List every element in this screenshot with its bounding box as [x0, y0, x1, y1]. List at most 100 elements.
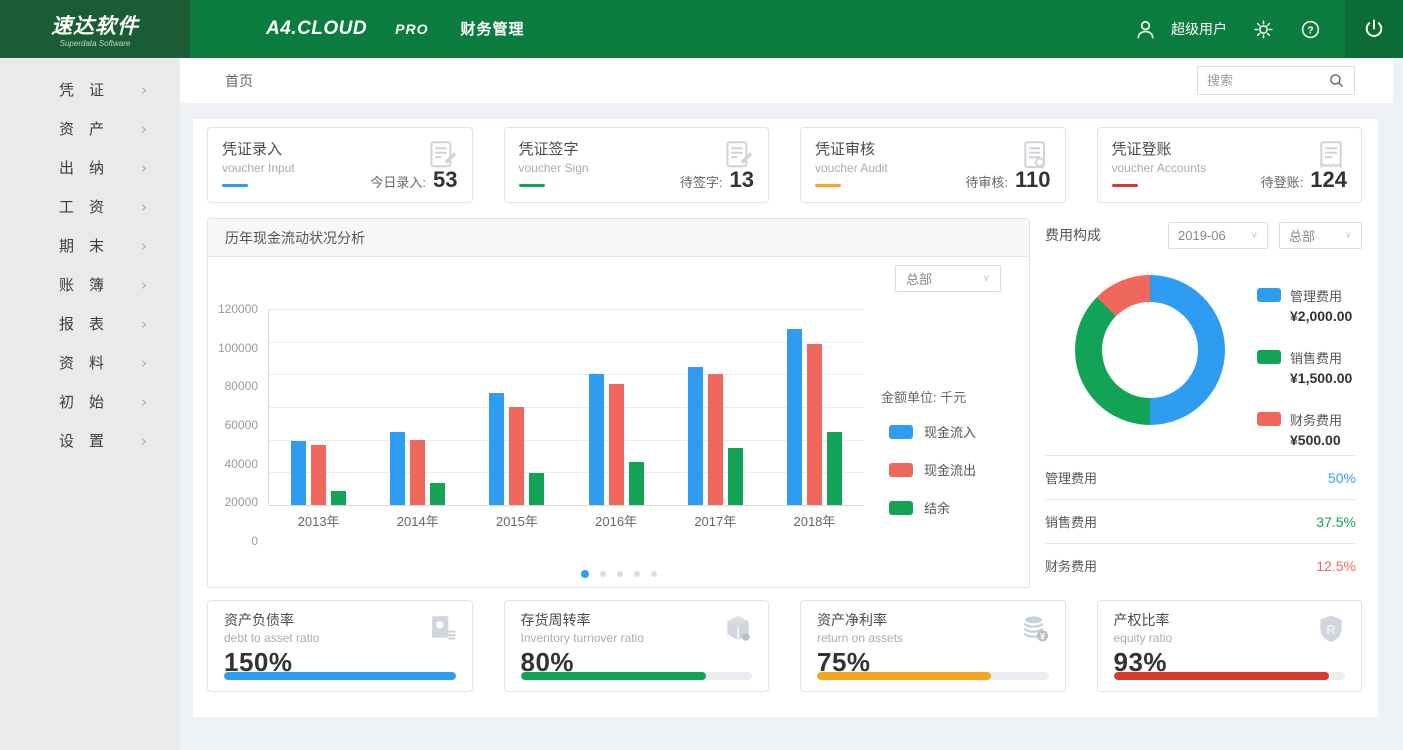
sidebar-item-settings[interactable]: 设 置› — [0, 421, 180, 460]
sidebar-item-data[interactable]: 资 料› — [0, 343, 180, 382]
bar — [529, 473, 544, 505]
chevron-right-icon: › — [141, 198, 147, 216]
inventory-box-icon — [721, 612, 755, 651]
pagination-dot[interactable] — [581, 570, 589, 578]
x-tick-label: 2017年 — [666, 511, 765, 530]
sidebar-item-reports[interactable]: 报 表› — [0, 304, 180, 343]
return-on-assets-card[interactable]: 资产净利率 return on assets 75% ¥ — [800, 600, 1066, 692]
stat-value: 124 — [1310, 167, 1347, 193]
ratio-cards-row: 资产负债率 debt to asset ratio 150% 存货周转率 Inv… — [207, 600, 1362, 692]
bar-group: 2017年 — [666, 309, 765, 505]
sidebar-item-ledgers[interactable]: 账 簿› — [0, 265, 180, 304]
bar-group: 2016年 — [567, 309, 666, 505]
card-subtitle: return on assets — [817, 631, 1049, 645]
card-title: 凭证录入 — [222, 138, 458, 159]
sidebar-item-label: 设 置 — [59, 430, 104, 451]
sidebar-item-label: 工 资 — [59, 196, 104, 217]
debt-to-asset-card[interactable]: 资产负债率 debt to asset ratio 150% — [207, 600, 473, 692]
bar — [609, 384, 624, 505]
settings-gear-icon[interactable] — [1253, 19, 1274, 40]
stat-label: 待签字: — [680, 172, 723, 191]
search-icon[interactable] — [1328, 72, 1345, 89]
sidebar-item-cashier[interactable]: 出 纳 › — [0, 148, 180, 187]
bar — [509, 407, 524, 505]
x-tick-label: 2018年 — [765, 511, 864, 530]
sidebar-item-voucher[interactable]: 凭 证› — [0, 70, 180, 109]
expense-row-finance: 财务费用 12.5% — [1045, 543, 1356, 587]
chevron-down-icon: ∨ — [1345, 230, 1352, 241]
y-tick-label: 60000 — [218, 418, 258, 432]
current-user-name[interactable]: 超级用户 — [1171, 19, 1227, 39]
bar-group: 2018年 — [765, 309, 864, 505]
legend-swatch — [889, 501, 913, 515]
card-title: 凭证签字 — [519, 138, 755, 159]
inventory-turnover-card[interactable]: 存货周转率 Inventory turnover ratio 80% — [504, 600, 770, 692]
progress-track — [521, 672, 753, 680]
chevron-right-icon: › — [141, 315, 147, 333]
coins-yuan-icon: ¥ — [1018, 612, 1052, 651]
x-tick-label: 2014年 — [368, 511, 467, 530]
sidebar-item-period-end[interactable]: 期 末› — [0, 226, 180, 265]
chevron-down-icon: ∨ — [983, 273, 990, 284]
legend-swatch — [889, 425, 913, 439]
legend-amount: ¥500.00 — [1290, 432, 1342, 448]
bar — [728, 448, 743, 505]
bar-group: 2014年 — [368, 309, 467, 505]
chart-panel-title: 历年现金流动状况分析 — [208, 219, 1029, 257]
product-area: A4.CLOUD PRO 财务管理 — [266, 18, 524, 40]
chevron-right-icon: › — [141, 120, 147, 138]
row-label: 管理费用 — [1045, 468, 1097, 487]
svg-text:¥: ¥ — [1039, 631, 1045, 641]
progress-track — [1114, 672, 1346, 680]
bar — [410, 440, 425, 505]
expense-org-select[interactable]: 总部 ∨ — [1279, 222, 1362, 249]
selected-org: 总部 — [906, 269, 932, 288]
bar-chart: 120000100000800006000040000200000 2013年2… — [218, 309, 870, 541]
expense-panel: 费用构成 2019-06 ∨ 总部 ∨ 管理费用 ¥2,000.00 — [1045, 218, 1362, 588]
pagination-dot[interactable] — [600, 571, 606, 577]
bar — [331, 491, 346, 505]
logo[interactable]: 速达软件 Superdata Software — [0, 0, 190, 58]
legend-item-sales: 销售费用 ¥1,500.00 — [1257, 348, 1352, 386]
user-icon[interactable] — [1134, 18, 1157, 41]
row-percent: 12.5% — [1316, 558, 1356, 574]
search-input[interactable] — [1207, 73, 1328, 88]
pagination-dot[interactable] — [634, 571, 640, 577]
legend-item-outflow[interactable]: 现金流出 — [879, 460, 1007, 479]
legend-item-inflow[interactable]: 现金流入 — [879, 422, 1007, 441]
card-title: 存货周转率 — [521, 610, 753, 630]
stat-label: 今日录入: — [370, 172, 426, 191]
sidebar-item-initial[interactable]: 初 始› — [0, 382, 180, 421]
card-subtitle: debt to asset ratio — [224, 631, 456, 645]
logout-power-icon[interactable] — [1345, 0, 1403, 58]
voucher-audit-card[interactable]: 凭证审核 voucher Audit 待审核: 110 — [800, 127, 1066, 203]
breadcrumb-home[interactable]: 首页 — [225, 71, 253, 91]
legend-label: 结余 — [924, 498, 950, 517]
svg-text:R: R — [1326, 622, 1335, 637]
bar-group: 2013年 — [269, 309, 368, 505]
voucher-sign-card[interactable]: 凭证签字 voucher Sign 待签字: 13 — [504, 127, 770, 203]
help-icon[interactable]: ? — [1300, 19, 1321, 40]
equity-ratio-card[interactable]: 产权比率 equity ratio 93% R — [1097, 600, 1363, 692]
sidebar-item-label: 出 纳 — [59, 157, 104, 178]
search-box — [1197, 66, 1355, 95]
voucher-post-card[interactable]: 凭证登账 voucher Accounts 待登账: 124 — [1097, 127, 1363, 203]
progress-track — [817, 672, 1049, 680]
bar-group: 2015年 — [467, 309, 566, 505]
accent-dash — [519, 184, 545, 187]
chevron-right-icon: › — [141, 159, 147, 177]
pagination-dot[interactable] — [651, 571, 657, 577]
legend-item-balance[interactable]: 结余 — [879, 498, 1007, 517]
sidebar-item-assets[interactable]: 资 产› — [0, 109, 180, 148]
chart-org-select[interactable]: 总部 ∨ — [895, 265, 1001, 292]
accent-dash — [1112, 184, 1138, 187]
voucher-input-card[interactable]: 凭证录入 voucher Input 今日录入: 53 — [207, 127, 473, 203]
voucher-cards-row: 凭证录入 voucher Input 今日录入: 53 凭证签字 voucher… — [207, 127, 1362, 203]
progress-fill — [817, 672, 991, 680]
expense-period-select[interactable]: 2019-06 ∨ — [1168, 222, 1268, 249]
pagination-dot[interactable] — [617, 571, 623, 577]
sidebar-item-label: 凭 证 — [59, 79, 104, 100]
sidebar-item-payroll[interactable]: 工 资 › — [0, 187, 180, 226]
chevron-down-icon: ∨ — [1251, 230, 1258, 241]
cash-flow-chart-panel: 历年现金流动状况分析 总部 ∨ 120000100000800006000040… — [207, 218, 1030, 588]
